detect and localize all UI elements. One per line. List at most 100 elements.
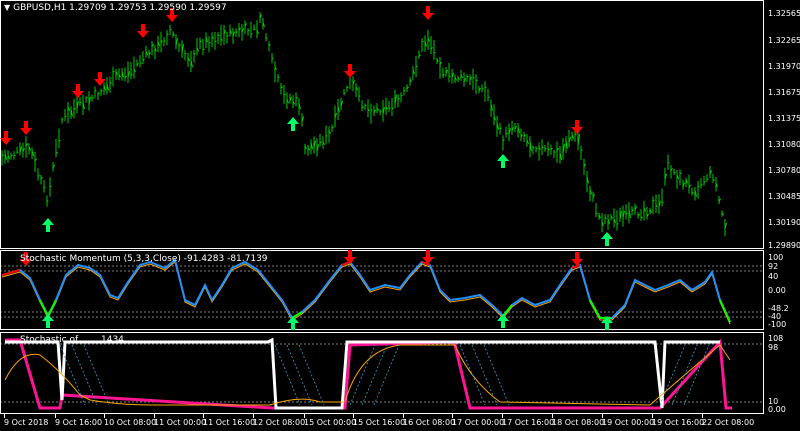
price-label: 1.32265 xyxy=(768,36,800,45)
buy-arrow-icon xyxy=(42,314,54,328)
ind1-level-label: 0.00 xyxy=(768,286,786,295)
price-label: 1.30485 xyxy=(768,192,800,201)
time-label: 16 Oct 08:00 xyxy=(403,418,456,427)
price-bar-close xyxy=(346,86,349,89)
sell-arrow-shape xyxy=(0,131,12,145)
buy-arrow-shape xyxy=(497,154,509,168)
price-label: 1.31080 xyxy=(768,140,800,149)
sell-arrow-icon xyxy=(0,131,12,145)
sell-arrow-shape xyxy=(344,64,356,78)
orange-curve xyxy=(4,344,731,406)
indicator2-levels xyxy=(0,343,764,403)
price-bar-close xyxy=(283,93,286,96)
buy-arrow-shape xyxy=(42,218,54,232)
sell-arrow-shape xyxy=(20,121,32,135)
price-bar-close xyxy=(703,181,706,183)
buy-arrow-icon xyxy=(497,314,509,328)
sell-arrow-icon xyxy=(72,84,84,98)
sell-arrow-icon xyxy=(344,64,356,78)
price-bar-close xyxy=(535,148,538,150)
ind2-level-label: 0.00 xyxy=(768,405,786,414)
price-label: 1.29890 xyxy=(768,241,800,250)
collapse-triangle-icon[interactable]: ▼ xyxy=(4,3,10,12)
sell-arrow-shape xyxy=(72,84,84,98)
buy-arrow-icon xyxy=(287,316,299,330)
time-label: 9 Oct 16:00 xyxy=(55,418,103,427)
sell-arrow-shape xyxy=(422,6,434,20)
buy-arrow-shape xyxy=(42,314,54,328)
price-bar-close xyxy=(541,146,544,149)
buy-arrow-shape xyxy=(287,316,299,330)
sell-arrow-shape xyxy=(571,252,583,266)
ind2-level-label: 98 xyxy=(768,343,779,352)
price-bar-close xyxy=(166,33,169,36)
sell-arrow-icon xyxy=(20,121,32,135)
price-bar-close xyxy=(202,48,205,51)
indicator1-title: Stochastic Momentum (5,3,3,Close) -91.42… xyxy=(20,254,268,264)
ind1-level-label: 100 xyxy=(768,253,784,262)
indicator1-levels xyxy=(0,265,764,318)
price-bar-close xyxy=(253,28,256,30)
time-label: 15 Oct 16:00 xyxy=(353,418,406,427)
ind1-level-label: -100 xyxy=(768,320,787,329)
time-label: 11 Oct 16:00 xyxy=(203,418,256,427)
price-bar-close xyxy=(472,77,475,79)
price-label: 1.31970 xyxy=(768,62,800,71)
price-label: 1.30190 xyxy=(768,218,800,227)
pink-line xyxy=(5,338,732,410)
symbol-line: GBPUSD,H1 1.29709 1.29753 1.29590 1.2959… xyxy=(13,3,227,13)
oversold-segment xyxy=(39,299,57,319)
time-label: 18 Oct 08:00 xyxy=(552,418,605,427)
sell-arrow-shape xyxy=(137,24,149,38)
price-bar-close xyxy=(532,146,535,149)
oversold-segment xyxy=(589,299,612,319)
time-label: 17 Oct 00:00 xyxy=(452,418,505,427)
buy-arrow-shape xyxy=(601,232,613,246)
oversold-segment xyxy=(719,299,731,323)
time-label: 19 Oct 16:00 xyxy=(652,418,705,427)
price-chart[interactable] xyxy=(0,0,800,431)
buy-arrow-icon xyxy=(42,218,54,232)
price-bar-close xyxy=(550,147,553,150)
ind2-level-label: 108 xyxy=(768,334,784,343)
sell-arrow-icon xyxy=(137,24,149,38)
sell-arrow-shape xyxy=(571,120,583,134)
ind1-level-label: 92 xyxy=(768,262,779,271)
price-bar-close xyxy=(595,212,598,215)
time-label: 15 Oct 00:00 xyxy=(304,418,357,427)
buy-arrow-shape xyxy=(497,314,509,328)
sell-arrow-icon xyxy=(344,250,356,264)
dotted-curve xyxy=(83,344,710,406)
price-bar-close xyxy=(169,28,172,31)
dotted-curve xyxy=(71,344,698,406)
time-label: 22 Oct 08:00 xyxy=(702,418,755,427)
price-label: 1.30780 xyxy=(768,166,800,175)
time-label: 12 Oct 08:00 xyxy=(253,418,306,427)
sell-arrow-icon xyxy=(571,120,583,134)
chart-title: ▼ GBPUSD,H1 1.29709 1.29753 1.29590 1.295… xyxy=(4,3,227,13)
price-bar-close xyxy=(370,109,373,111)
price-bar-close xyxy=(655,205,658,207)
stochastic-lines xyxy=(4,337,732,410)
oversold-segment xyxy=(502,304,513,317)
signal-arrows xyxy=(0,6,613,246)
indicator2-title: Stochastic of ...... 1434 xyxy=(20,335,124,345)
time-label: 19 Oct 00:00 xyxy=(602,418,655,427)
sell-arrow-icon xyxy=(571,252,583,266)
price-bars xyxy=(1,12,727,237)
price-label: 1.32565 xyxy=(768,9,800,18)
price-label: 1.31675 xyxy=(768,88,800,97)
price-label: 1.31375 xyxy=(768,114,800,123)
price-bar-close xyxy=(37,175,40,177)
buy-arrow-icon xyxy=(601,232,613,246)
momentum-line xyxy=(1,258,731,323)
buy-arrow-icon xyxy=(287,117,299,131)
buy-arrow-icon xyxy=(497,154,509,168)
time-label: 11 Oct 00:00 xyxy=(154,418,207,427)
time-label: 17 Oct 16:00 xyxy=(502,418,555,427)
price-bar-close xyxy=(97,93,100,95)
time-label: 10 Oct 08:00 xyxy=(104,418,157,427)
dotted-curve xyxy=(59,344,686,406)
sell-arrow-icon xyxy=(422,6,434,20)
price-bar-close xyxy=(364,104,367,107)
